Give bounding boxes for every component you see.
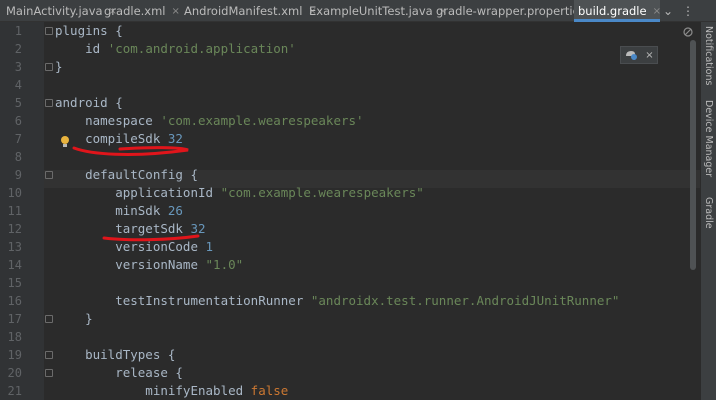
code-token: minSdk <box>55 203 168 218</box>
tab-menu-button[interactable]: ⋮ <box>680 0 696 22</box>
code-token: targetSdk <box>55 221 191 236</box>
code-line[interactable]: release { <box>55 364 183 382</box>
gradle-sync-icon[interactable] <box>624 48 638 63</box>
code-token: versionName <box>55 257 206 272</box>
line-number: 15 <box>7 276 22 290</box>
code-line[interactable]: android { <box>55 94 123 112</box>
fold-marker-icon[interactable] <box>45 369 53 377</box>
tab-label: MainActivity.java <box>6 4 103 18</box>
code-token: 1 <box>205 239 214 254</box>
tab-label: build.gradle <box>578 4 647 18</box>
code-token: "1.0" <box>205 257 244 272</box>
tab-label: ExampleUnitTest.java <box>309 4 433 18</box>
line-number: 11 <box>7 204 22 218</box>
line-number: 14 <box>7 258 22 272</box>
code-line[interactable]: plugins { <box>55 22 123 40</box>
notifications-tool-button[interactable]: Notifications <box>703 26 714 85</box>
line-number: 3 <box>14 60 22 74</box>
fold-marker-icon[interactable] <box>45 27 53 35</box>
code-token: 'com.example.wearespeakers' <box>160 113 364 128</box>
line-number: 16 <box>7 294 22 308</box>
code-line[interactable]: } <box>55 58 63 76</box>
line-number: 7 <box>14 132 22 146</box>
code-token: release { <box>55 365 183 380</box>
code-token: android { <box>55 95 123 110</box>
code-line[interactable]: } <box>55 310 93 328</box>
line-number: 17 <box>7 312 22 326</box>
line-number: 12 <box>7 222 22 236</box>
line-number: 5 <box>14 96 22 110</box>
fold-marker-icon[interactable] <box>45 315 53 323</box>
tab-label: gradle.xml <box>104 4 166 18</box>
code-line[interactable]: id 'com.android.application' <box>55 40 296 58</box>
line-number: 6 <box>14 114 22 128</box>
tab-2[interactable]: AndroidManifest.xml × <box>180 0 317 22</box>
code-token: namespace <box>55 113 161 128</box>
lightbulb-icon[interactable] <box>60 135 70 149</box>
code-line[interactable]: versionName "1.0" <box>55 256 243 274</box>
code-line[interactable]: minifyEnabled false <box>55 382 288 400</box>
line-number: 1 <box>14 24 22 38</box>
code-line[interactable]: buildTypes { <box>55 346 175 364</box>
editor-tab-bar: MainActivity.java × gradle.xml × AndroidMani… <box>0 0 716 22</box>
close-icon[interactable]: × <box>172 6 180 17</box>
close-icon[interactable]: × <box>645 50 653 61</box>
code-line[interactable]: defaultConfig { <box>55 166 198 184</box>
code-line[interactable]: minSdk 26 <box>55 202 183 220</box>
code-line[interactable]: versionCode 1 <box>55 238 213 256</box>
fold-marker-icon[interactable] <box>45 63 53 71</box>
tab-5[interactable]: build.gradle × <box>574 0 661 22</box>
tab-0[interactable]: MainActivity.java × <box>0 0 117 22</box>
code-token: applicationId <box>55 185 221 200</box>
line-number: 9 <box>14 168 22 182</box>
code-line[interactable]: applicationId "com.example.wearespeakers… <box>55 184 424 202</box>
no-problems-icon[interactable] <box>683 27 693 37</box>
fold-marker-icon[interactable] <box>45 351 53 359</box>
line-number: 10 <box>7 186 22 200</box>
right-tool-strip: Notifications Device Manager Gradle <box>700 22 716 400</box>
fold-marker-icon[interactable] <box>45 99 53 107</box>
line-number: 13 <box>7 240 22 254</box>
code-token: "androidx.test.runner.AndroidJUnitRunner… <box>310 293 620 308</box>
vertical-scrollbar[interactable] <box>690 40 696 270</box>
code-token: } <box>55 59 63 74</box>
code-token: versionCode <box>55 239 206 254</box>
line-number: 18 <box>7 330 22 344</box>
code-token: id <box>55 41 108 56</box>
code-token: "com.example.wearespeakers" <box>220 185 424 200</box>
code-line[interactable]: testInstrumentationRunner "androidx.test… <box>55 292 619 310</box>
code-token: compileSdk <box>55 131 168 146</box>
code-line[interactable]: targetSdk 32 <box>55 220 206 238</box>
line-number: 4 <box>14 78 22 92</box>
line-number: 19 <box>7 348 22 362</box>
code-token: 26 <box>167 203 183 218</box>
tab-label: gradle-wrapper.properties <box>436 4 586 18</box>
device-manager-tool-button[interactable]: Device Manager <box>703 100 714 177</box>
line-number: 20 <box>7 366 22 380</box>
gradle-sync-popup[interactable]: × <box>620 46 658 64</box>
code-token: minifyEnabled <box>55 383 251 398</box>
line-number-gutter: 1 2 3 4 5 6 7 8 9 10 11 12 13 14 15 16 17 18 19 20 21 <box>0 22 44 400</box>
code-token: 32 <box>167 131 183 146</box>
gradle-tool-button[interactable]: Gradle <box>703 197 714 229</box>
tab-1[interactable]: gradle.xml × <box>100 0 180 22</box>
code-token: 'com.android.application' <box>107 41 296 56</box>
line-number: 8 <box>14 150 22 164</box>
fold-marker-icon[interactable] <box>45 171 53 179</box>
tab-3[interactable]: ExampleUnitTest.java × <box>305 0 447 22</box>
tab-label: AndroidManifest.xml <box>184 4 303 18</box>
tab-4[interactable]: gradle-wrapper.properties× <box>432 0 600 22</box>
line-number: 2 <box>14 42 22 56</box>
code-token: } <box>55 311 93 326</box>
code-line[interactable]: compileSdk 32 <box>55 130 183 148</box>
code-token: plugins { <box>55 23 123 38</box>
tab-overflow-button[interactable]: ⌄ <box>660 0 676 22</box>
code-token: buildTypes { <box>55 347 176 362</box>
code-token: defaultConfig { <box>55 167 198 182</box>
code-line[interactable]: namespace 'com.example.wearespeakers' <box>55 112 364 130</box>
code-token: 32 <box>190 221 206 236</box>
code-token: testInstrumentationRunner <box>55 293 311 308</box>
code-token: false <box>250 383 289 398</box>
line-number: 21 <box>7 384 22 398</box>
